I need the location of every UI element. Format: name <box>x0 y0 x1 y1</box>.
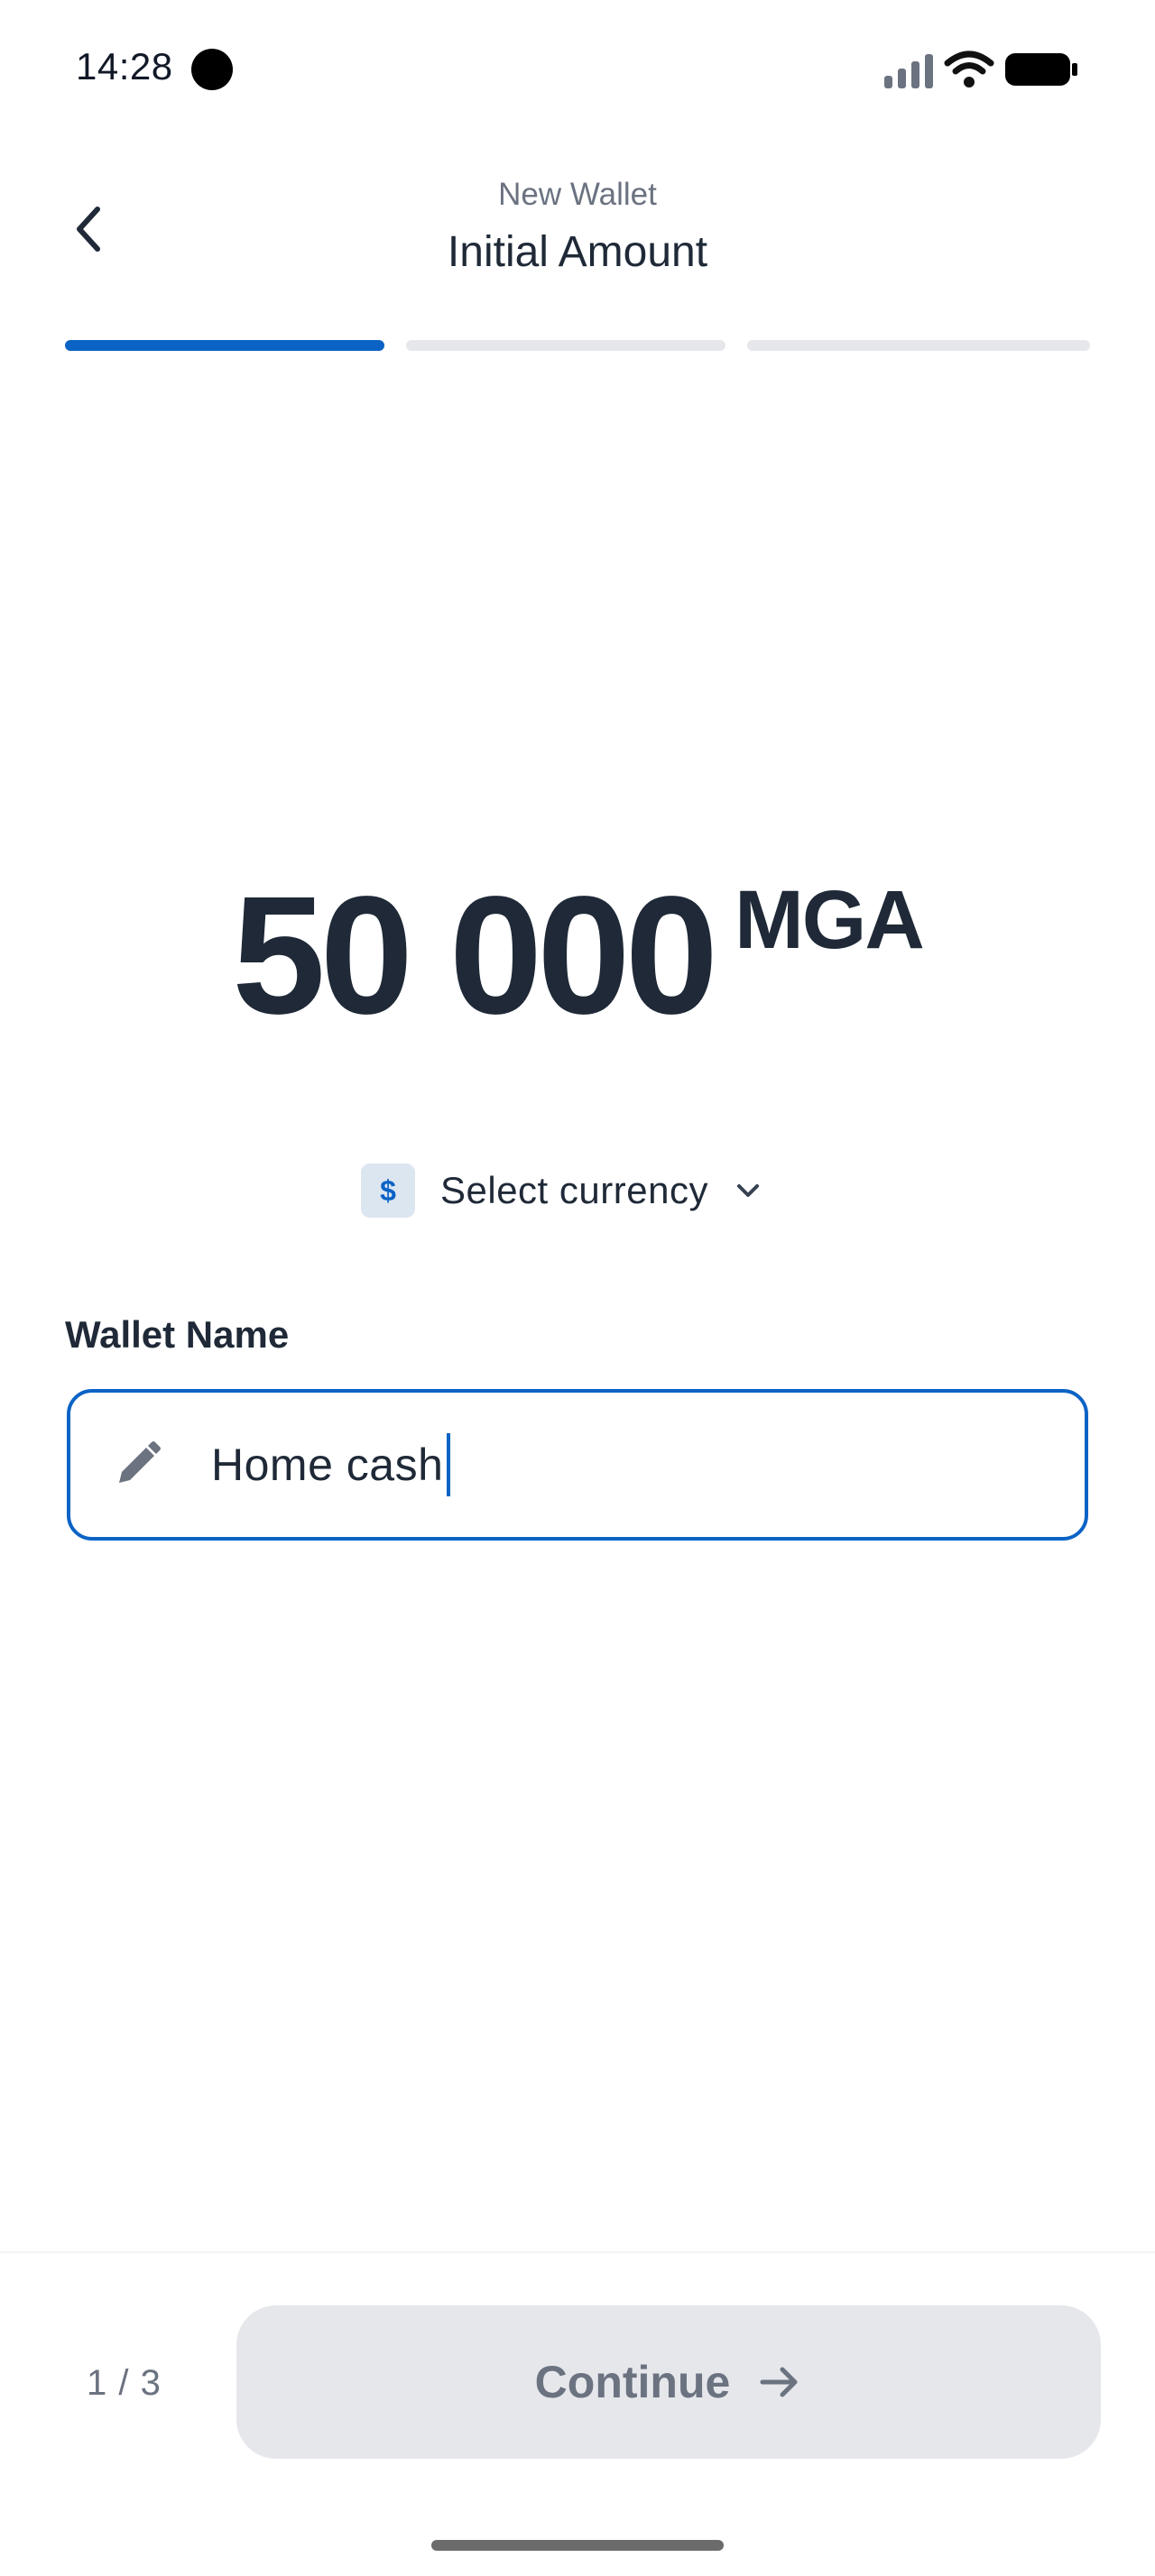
step-counter: 1 / 3 <box>87 2363 162 2403</box>
amount-display[interactable]: 50 000 MGA <box>0 866 1155 1046</box>
pencil-icon <box>119 1441 161 1483</box>
camera-cutout <box>191 49 233 90</box>
continue-label: Continue <box>534 2357 731 2407</box>
amount-value: 50 000 <box>232 862 718 1049</box>
battery-icon <box>1005 53 1077 86</box>
status-bar: 14:28 <box>0 0 1155 135</box>
wallet-name-label: Wallet Name <box>65 1313 290 1356</box>
header-subtitle: New Wallet <box>498 177 657 212</box>
currency-selector-label: Select currency <box>440 1169 708 1211</box>
arrow-right-icon <box>760 2367 798 2397</box>
progress-step-3 <box>747 340 1090 351</box>
new-wallet-screen: 14:28 New Wallet Initial Amount 50 000 M <box>0 0 1155 2576</box>
chevron-down-icon <box>736 1184 759 1197</box>
currency-selector[interactable]: $ Select currency <box>361 1162 764 1219</box>
progress-step-1 <box>65 340 384 351</box>
wallet-name-value: Home cash <box>211 1440 444 1490</box>
progress-step-2 <box>406 340 725 351</box>
wifi-icon <box>944 51 994 87</box>
signal-icon <box>884 52 935 88</box>
status-time: 14:28 <box>76 45 173 87</box>
page-title: Initial Amount <box>447 228 708 276</box>
continue-button[interactable]: Continue <box>236 2305 1101 2459</box>
text-cursor <box>447 1433 451 1496</box>
wallet-name-value-wrap: Home cash <box>211 1433 451 1496</box>
home-indicator[interactable] <box>431 2540 724 2551</box>
wallet-name-input[interactable]: Home cash <box>67 1389 1088 1541</box>
amount-currency: MGA <box>735 874 925 966</box>
currency-dollar-icon: $ <box>361 1164 415 1218</box>
